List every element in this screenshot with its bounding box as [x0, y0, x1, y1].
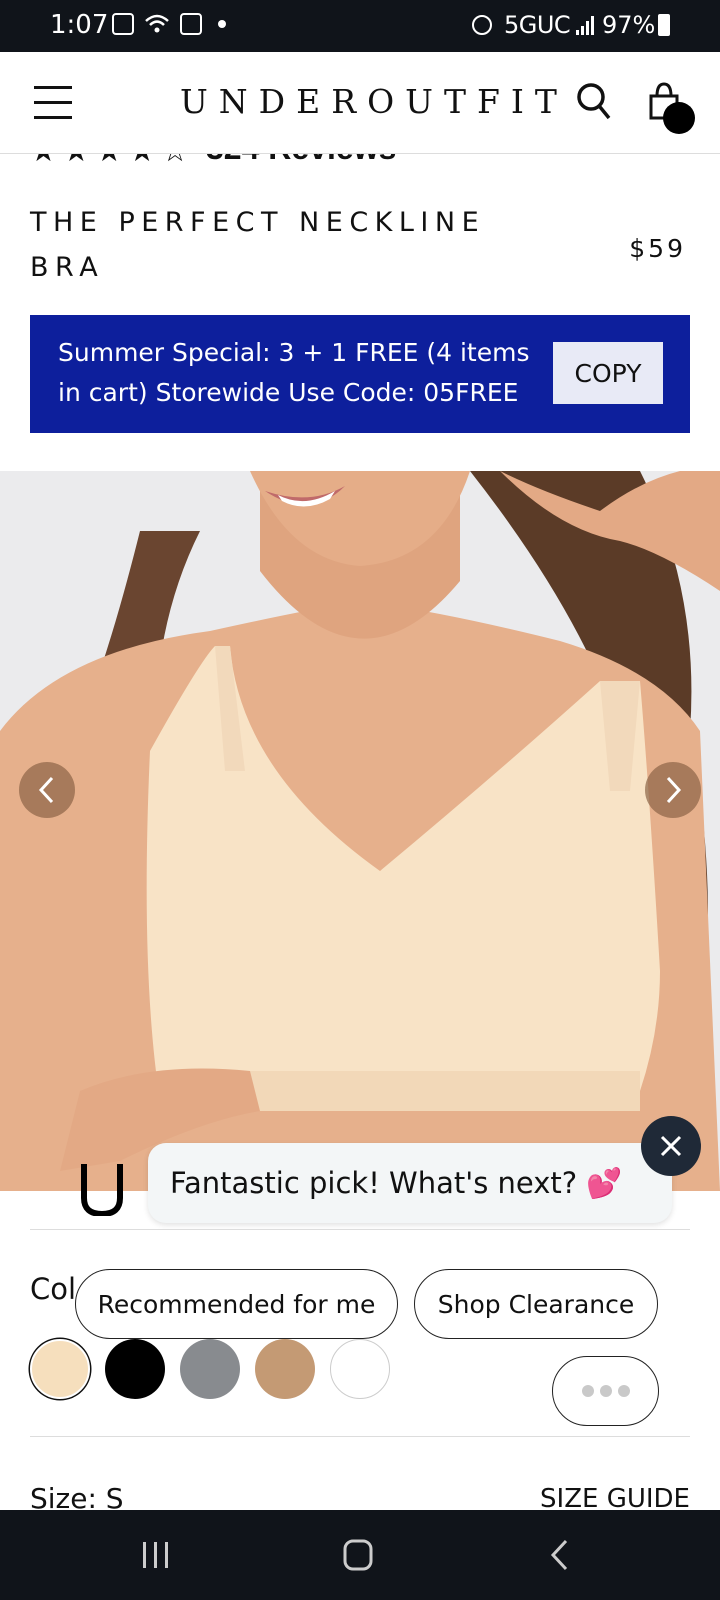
product-price: $59 — [629, 234, 686, 263]
promo-banner: Summer Special: 3 + 1 FREE (4 items in c… — [30, 315, 690, 433]
cart-bag-icon[interactable] — [647, 80, 695, 136]
recent-apps-icon[interactable] — [140, 1540, 172, 1570]
swatch-black[interactable] — [105, 1339, 165, 1399]
divider — [30, 1229, 690, 1230]
swatch-tan[interactable] — [255, 1339, 315, 1399]
chip-shop-clearance[interactable]: Shop Clearance — [414, 1269, 658, 1339]
signal-icon — [576, 16, 594, 35]
divider — [30, 1436, 690, 1437]
carousel-next-button[interactable] — [645, 762, 701, 818]
menu-icon[interactable] — [34, 86, 72, 120]
chevron-right-icon — [666, 776, 682, 804]
copy-code-button[interactable]: COPY — [553, 342, 663, 404]
product-photo — [0, 471, 720, 1191]
dot-icon — [599, 1385, 612, 1397]
home-icon[interactable] — [342, 1538, 374, 1572]
wifi-icon — [145, 14, 169, 33]
close-icon — [660, 1135, 682, 1157]
system-nav-bar — [0, 1510, 720, 1600]
chat-close-button[interactable] — [641, 1116, 701, 1176]
battery-percent: 97% — [602, 11, 656, 39]
alarm-icon — [472, 15, 492, 35]
status-bar: 1:07 5GUC 97% — [0, 0, 720, 52]
swatch-white[interactable] — [330, 1339, 390, 1399]
chat-avatar-logo — [81, 1164, 123, 1216]
brand-logo[interactable]: UNDEROUTFIT — [180, 82, 568, 121]
network-type: 5GUC — [504, 11, 571, 39]
chat-message-text: Fantastic pick! What's next? 💕 — [170, 1165, 623, 1200]
voicemail-icon — [180, 13, 202, 35]
promo-text: Summer Special: 3 + 1 FREE (4 items in c… — [58, 338, 530, 407]
chat-message-bubble: Fantastic pick! What's next? 💕 — [148, 1143, 672, 1223]
back-icon[interactable] — [548, 1538, 572, 1572]
notification-dot-icon — [218, 20, 226, 28]
color-label: Col — [30, 1272, 77, 1306]
carousel-prev-button[interactable] — [19, 762, 75, 818]
more-options-button[interactable] — [552, 1356, 659, 1426]
dot-icon — [581, 1385, 594, 1397]
status-icons — [112, 13, 226, 35]
site-header: UNDEROUTFIT — [0, 52, 720, 154]
gallery-icon — [112, 13, 134, 35]
status-time: 1:07 — [50, 10, 109, 40]
swatch-gray[interactable] — [180, 1339, 240, 1399]
chevron-left-icon — [38, 776, 54, 804]
search-icon[interactable] — [576, 82, 612, 122]
product-image[interactable] — [0, 471, 720, 1191]
dot-icon — [617, 1385, 630, 1397]
product-title: THE PERFECT NECKLINE BRA — [30, 207, 486, 283]
chip-recommended[interactable]: Recommended for me — [75, 1269, 398, 1339]
swatch-nude[interactable] — [30, 1339, 90, 1399]
battery-icon — [658, 14, 670, 36]
